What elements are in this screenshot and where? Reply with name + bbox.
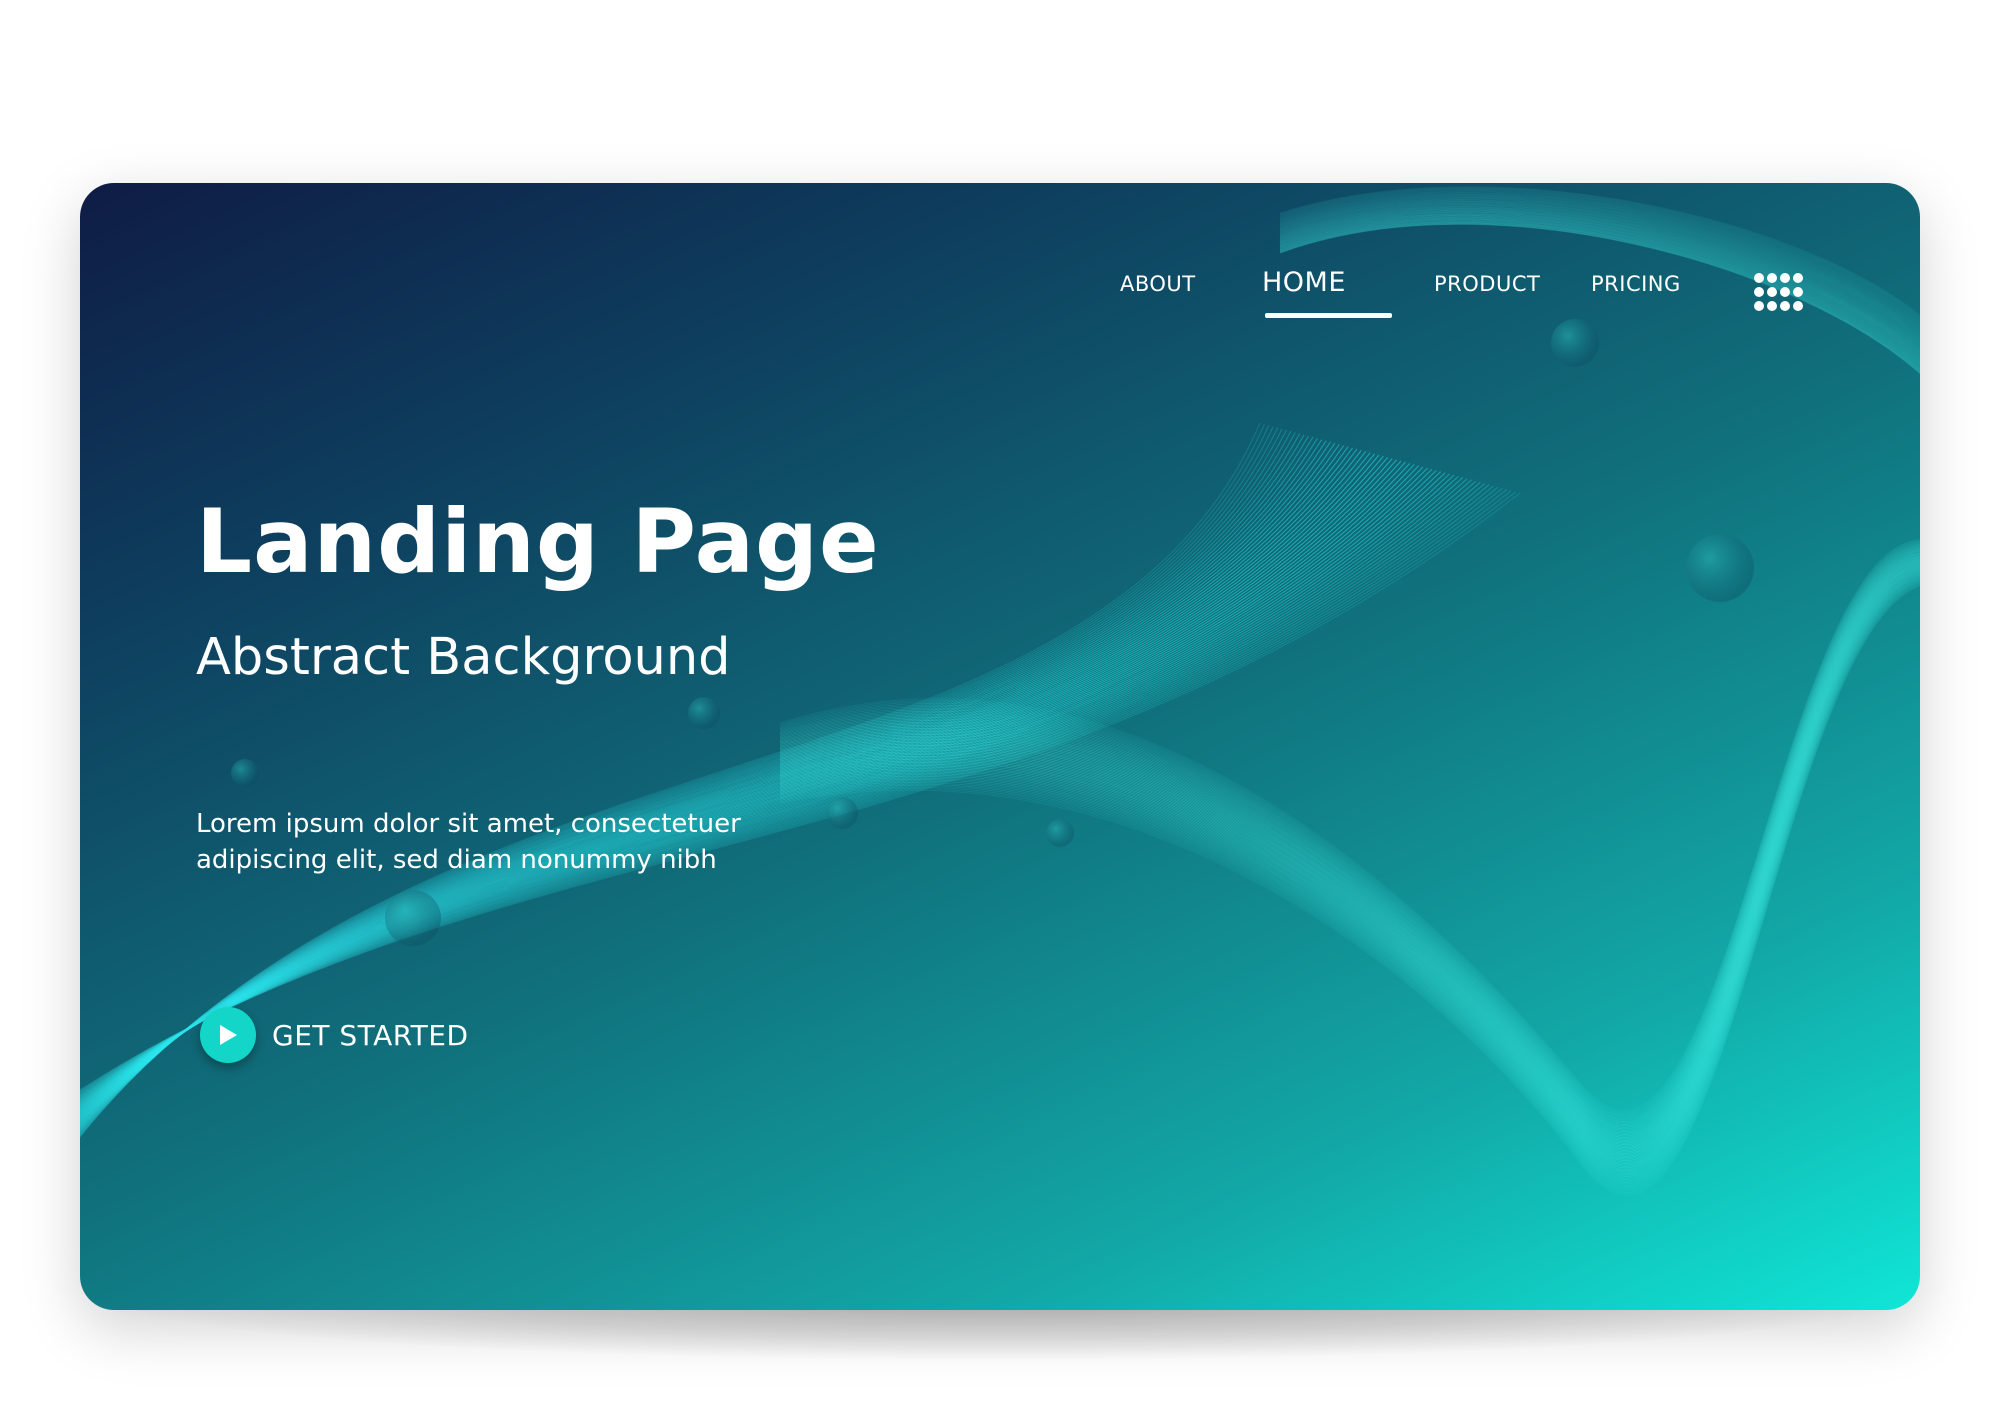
landing-card: [80, 183, 1920, 1310]
nav-home[interactable]: HOME: [1262, 267, 1346, 298]
hero-subtitle: Abstract Background: [196, 628, 731, 687]
play-icon: [200, 1007, 256, 1063]
abstract-wave-background: [80, 186, 1920, 1196]
nav-about[interactable]: ABOUT: [1120, 272, 1196, 296]
get-started-button[interactable]: GET STARTED: [200, 1005, 469, 1065]
hero-title: Landing Page: [196, 490, 880, 593]
get-started-label: GET STARTED: [272, 1018, 469, 1052]
landing-page-mockup: ABOUT HOME PRODUCT PRICING Landing Page …: [0, 0, 2000, 1411]
hero-body-text: Lorem ipsum dolor sit amet, consectetuer…: [196, 809, 741, 875]
active-nav-indicator: [1265, 313, 1392, 318]
nav-product[interactable]: PRODUCT: [1434, 272, 1540, 296]
grid-dots-icon[interactable]: [1753, 272, 1805, 316]
nav-pricing[interactable]: PRICING: [1591, 272, 1681, 296]
